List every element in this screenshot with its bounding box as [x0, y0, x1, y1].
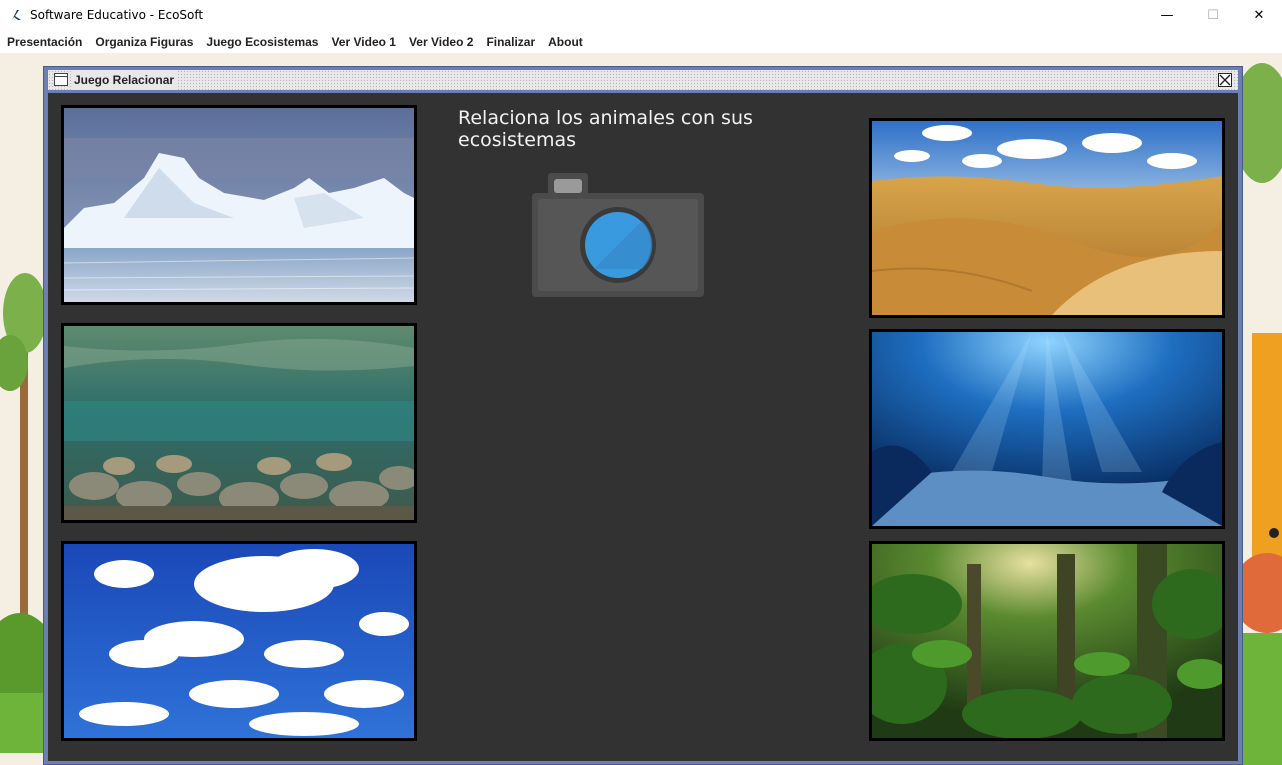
window-titlebar: Software Educativo - EcoSoft — ☐ ✕	[0, 0, 1282, 31]
app-icon	[12, 10, 21, 20]
menu-finalizar[interactable]: Finalizar	[481, 35, 540, 49]
iceberg-image[interactable]	[61, 105, 417, 305]
sky-clouds-image[interactable]	[61, 541, 417, 741]
ocean-deep-image[interactable]	[869, 329, 1225, 529]
maximize-icon: ☐	[1207, 8, 1219, 23]
menu-ver-video-2[interactable]: Ver Video 2	[404, 35, 478, 49]
menu-ver-video-1[interactable]: Ver Video 1	[326, 35, 400, 49]
juego-relacionar-window: Juego Relacionar Relaciona los animales …	[43, 66, 1243, 765]
close-icon: ✕	[1253, 8, 1265, 23]
game-content-panel: Relaciona los animales con sus ecosistem…	[48, 93, 1238, 761]
menu-presentacion[interactable]: Presentación	[2, 35, 87, 49]
close-icon	[1219, 74, 1231, 86]
minimize-button[interactable]: —	[1144, 0, 1190, 31]
frame-window-icon	[54, 73, 68, 86]
menu-organiza-figuras[interactable]: Organiza Figuras	[90, 35, 198, 49]
internal-frame-title: Juego Relacionar	[72, 70, 179, 90]
desert-dunes-image[interactable]	[869, 118, 1225, 318]
camera-placeholder-icon[interactable]	[532, 173, 704, 297]
maximize-button[interactable]: ☐	[1190, 0, 1236, 31]
instruction-heading: Relaciona los animales con sus ecosistem…	[458, 107, 753, 151]
menu-juego-ecosistemas[interactable]: Juego Ecosistemas	[201, 35, 323, 49]
minimize-icon: —	[1160, 8, 1174, 23]
menu-bar: Presentación Organiza Figuras Juego Ecos…	[0, 31, 1282, 53]
river-underwater-image[interactable]	[61, 323, 417, 523]
close-button[interactable]: ✕	[1236, 0, 1282, 31]
window-title: Software Educativo - EcoSoft	[30, 8, 204, 22]
internal-frame-titlebar[interactable]: Juego Relacionar	[48, 70, 1238, 90]
jungle-forest-image[interactable]	[869, 541, 1225, 741]
frame-close-button[interactable]	[1218, 73, 1232, 87]
menu-about[interactable]: About	[543, 35, 588, 49]
